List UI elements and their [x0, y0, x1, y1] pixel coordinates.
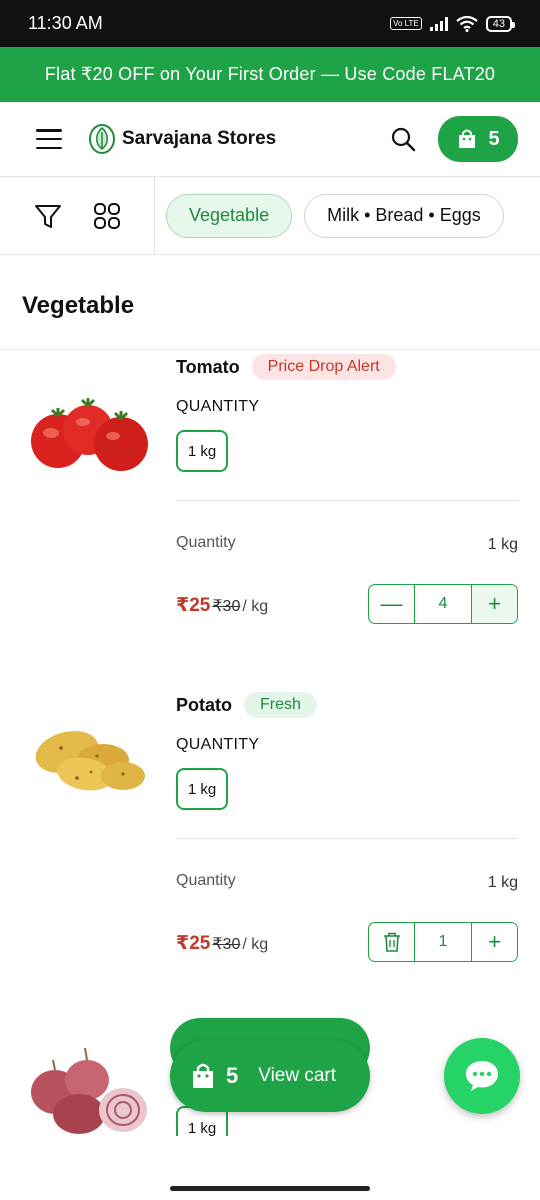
decrement-button[interactable]: — — [369, 585, 415, 623]
filter-icon[interactable] — [33, 201, 63, 231]
wifi-icon — [456, 15, 478, 32]
stepper-count: 1 — [438, 933, 448, 950]
quantity-value: 1 kg — [487, 874, 518, 891]
cart-count: 5 — [226, 1063, 239, 1088]
section-divider — [0, 349, 540, 350]
potato-image[interactable] — [25, 708, 155, 808]
status-icons: Vo LTE 43 — [390, 15, 516, 32]
card-divider — [176, 838, 518, 839]
unit-option-1kg[interactable]: 1 kg — [176, 430, 228, 472]
delete-button[interactable] — [369, 923, 415, 961]
section-title: Vegetable — [22, 292, 135, 319]
battery-icon: 43 — [485, 15, 516, 32]
home-indicator[interactable] — [170, 1186, 370, 1191]
signal-icon — [429, 16, 448, 31]
view-cart-label: View cart — [258, 1065, 337, 1086]
volte-icon: Vo LTE — [390, 17, 422, 30]
filter-icons — [0, 177, 155, 254]
sale-price: ₹25 — [176, 595, 211, 616]
grid-icon[interactable] — [93, 202, 121, 230]
chat-icon — [466, 1061, 498, 1091]
quantity-heading: QUANTITY — [176, 736, 260, 753]
product-title-row: Potato Fresh — [176, 692, 317, 718]
increment-button[interactable]: + — [471, 923, 517, 961]
header-cart-count: 5 — [488, 127, 500, 150]
quantity-stepper: 1 + — [368, 922, 518, 962]
tomato-image[interactable] — [25, 378, 155, 478]
app-header: Sarvajana Stores 5 — [0, 102, 540, 177]
card-divider — [176, 500, 518, 501]
chat-button[interactable] — [444, 1038, 520, 1114]
increment-button[interactable]: + — [471, 585, 517, 623]
sale-price: ₹25 — [176, 933, 211, 954]
price-row: ₹25 ₹30 / kg — [176, 594, 268, 617]
unit-option-1kg[interactable]: 1 kg — [176, 768, 228, 810]
trash-icon — [383, 932, 400, 952]
quantity-label: Quantity — [176, 534, 236, 551]
fresh-badge: Fresh — [244, 692, 317, 718]
search-icon[interactable] — [390, 126, 416, 152]
stepper-count: 4 — [438, 595, 448, 612]
price-row: ₹25 ₹30 / kg — [176, 932, 268, 955]
filter-row: Vegetable Milk • Bread • Eggs — [0, 177, 540, 255]
quantity-stepper: — 4 + — [368, 584, 518, 624]
bag-icon — [459, 129, 476, 148]
header-cart-button[interactable]: 5 — [438, 116, 518, 162]
quantity-label: Quantity — [176, 872, 236, 889]
store-name[interactable]: Sarvajana Stores — [122, 128, 276, 150]
product-title-row: Tomato Price Drop Alert — [176, 354, 396, 380]
bag-icon — [193, 1063, 213, 1088]
status-bar: 11:30 AM Vo LTE 43 — [0, 0, 540, 47]
mrp-price: ₹30 — [212, 598, 241, 615]
product-name[interactable]: Potato — [176, 695, 232, 716]
chip-vegetable[interactable]: Vegetable — [166, 193, 293, 238]
leaf-logo-icon — [89, 124, 115, 154]
quantity-value: 1 kg — [487, 536, 518, 553]
mrp-price: ₹30 — [212, 936, 241, 953]
onion-image[interactable] — [25, 1044, 155, 1136]
menu-icon[interactable] — [36, 129, 62, 149]
price-unit: / kg — [242, 598, 269, 615]
status-time: 11:30 AM — [28, 13, 103, 33]
view-cart-button[interactable]: 5 View cart — [170, 1040, 370, 1112]
quantity-heading: QUANTITY — [176, 398, 260, 415]
price-unit: / kg — [242, 936, 269, 953]
promo-banner[interactable]: Flat ₹20 OFF on Your First Order — Use C… — [0, 47, 540, 102]
chip-milk-bread-eggs[interactable]: Milk • Bread • Eggs — [304, 193, 504, 238]
price-drop-badge: Price Drop Alert — [251, 354, 396, 380]
product-name[interactable]: Tomato — [176, 357, 240, 378]
